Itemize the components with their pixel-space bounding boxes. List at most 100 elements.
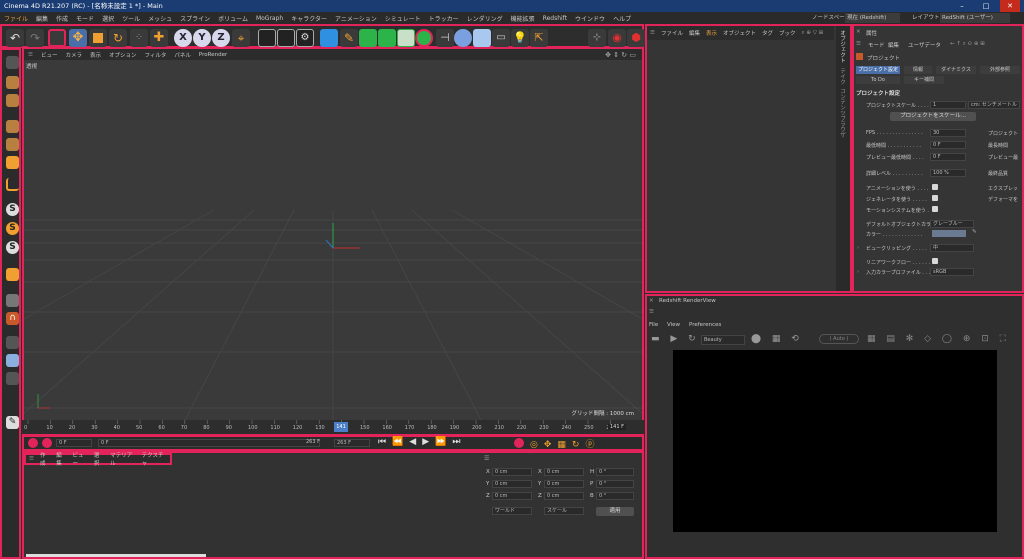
subdivision-icon[interactable] [359, 29, 377, 47]
camera-icon[interactable]: ▭ [492, 29, 510, 47]
coord-system-icon[interactable]: ⌖ [232, 29, 250, 47]
menu-simulate[interactable]: シミュレート [381, 14, 425, 23]
menu-mograph[interactable]: MoGraph [252, 15, 287, 22]
magnet-icon[interactable]: ∩ [6, 312, 19, 325]
min-time-field[interactable]: 0 F [930, 141, 966, 149]
rv-auto-select[interactable]: ( Auto ) [819, 334, 859, 344]
last-tool-icon[interactable]: ⁘ [130, 29, 148, 47]
edges-mode-icon[interactable] [6, 138, 19, 151]
viewport-lock-icon[interactable] [6, 372, 19, 385]
mat-menu-create[interactable]: 作成 [37, 451, 53, 467]
menu-character[interactable]: キャラクター [287, 14, 331, 23]
record-icon[interactable] [514, 438, 524, 448]
pos-x-field[interactable]: 0 cm [492, 468, 532, 476]
rv-aov-select[interactable]: Beauty [701, 335, 745, 345]
key-tools-icons[interactable]: ◎✥▦↻ⓟ [530, 437, 600, 450]
obj-menu-tag[interactable]: タグ [759, 29, 776, 37]
mat-menu-select[interactable]: 選択 [91, 451, 107, 467]
axis-x-lock[interactable]: X [174, 29, 192, 47]
attr-menu-edit[interactable]: 編集 [888, 41, 899, 49]
rot-b-field[interactable]: 0 ° [596, 492, 634, 500]
linear-workflow-checkbox[interactable] [932, 258, 938, 264]
grid-icon[interactable] [6, 294, 19, 307]
snap-icon[interactable]: ⊹ [588, 29, 606, 47]
menu-spline[interactable]: スプライン [176, 14, 214, 23]
rv-menu-icon[interactable]: ☰ [649, 309, 654, 315]
scale-x-field[interactable]: 0 cm [544, 468, 584, 476]
live-select-icon[interactable] [48, 29, 66, 47]
use-animation-checkbox[interactable] [932, 184, 938, 190]
use-motion-checkbox[interactable] [932, 206, 938, 212]
rv-menu-preferences[interactable]: Preferences [689, 322, 721, 328]
menu-mesh[interactable]: メッシュ [144, 14, 176, 23]
current-frame-field[interactable]: 0 F [98, 439, 320, 447]
rv-close-icon[interactable]: ✕ [649, 298, 654, 304]
color-swatch[interactable] [932, 230, 966, 237]
mat-menu-texture[interactable]: テクスチャ [139, 451, 170, 467]
rv-render-controls[interactable]: ▬ ▶ ↻ [651, 334, 700, 344]
color-profile-select[interactable]: sRGB [930, 268, 974, 276]
pos-z-field[interactable]: 0 cm [492, 492, 532, 500]
menu-render[interactable]: レンダリング [463, 14, 507, 23]
maximize-button[interactable]: □ [976, 0, 996, 12]
attr-menu-icon[interactable]: ☰ [856, 41, 861, 47]
default-color-select[interactable]: グレーブルー [930, 220, 974, 228]
material-scrollbar[interactable] [26, 554, 206, 557]
menu-select[interactable]: 選択 [98, 14, 118, 23]
attr-close-icon[interactable]: ✕ [856, 29, 861, 35]
object-menu-icon[interactable]: ☰ [647, 30, 658, 36]
extrude-icon[interactable] [378, 29, 396, 47]
menu-help[interactable]: ヘルプ [609, 14, 635, 23]
eyedropper-icon[interactable]: ✎ [972, 229, 977, 235]
obj-menu-file[interactable]: ファイル [658, 29, 686, 37]
nodespace-select[interactable]: 現在 (Redshift) [845, 13, 900, 23]
minimize-button[interactable]: – [952, 0, 972, 12]
array-icon[interactable] [397, 29, 415, 47]
obj-menu-edit[interactable]: 編集 [686, 29, 703, 37]
menu-window[interactable]: ウインドウ [571, 14, 609, 23]
move-icon[interactable]: ✥ [69, 29, 87, 47]
clip-expand-icon[interactable]: › [857, 245, 859, 251]
attr-menu-userdata[interactable]: ユーザデータ [908, 41, 941, 49]
material-menu-icon[interactable]: ☰ [26, 456, 37, 462]
menu-extensions[interactable]: 機能拡張 [507, 14, 539, 23]
rv-menu-view[interactable]: View [667, 322, 680, 328]
light-icon[interactable]: 💡 [511, 29, 529, 47]
render-picture-viewer-icon[interactable] [277, 29, 295, 47]
object-search-icon[interactable]: ⌕ ⊕ ▽ ⊞ [799, 30, 827, 37]
menu-tools[interactable]: ツール [118, 14, 144, 23]
rv-render-canvas[interactable] [673, 350, 997, 532]
cloner-icon[interactable] [415, 29, 433, 47]
fps-field[interactable]: 30 [930, 129, 966, 137]
start-frame-field[interactable]: 0 F [56, 439, 92, 447]
undo-icon[interactable]: ↶ [6, 29, 24, 47]
redshift-render-icon[interactable]: ⬢ [627, 29, 645, 47]
attr-nav-icons[interactable]: ← ↑ ⌕ ⊙ ⊕ ⊞ [950, 41, 985, 48]
soft-selection-icon[interactable]: S [6, 203, 19, 216]
mat-menu-view[interactable]: ビュー [69, 451, 90, 467]
pen-spline-icon[interactable]: ✎ [340, 29, 358, 47]
obj-menu-bookmark[interactable]: ブック [776, 29, 799, 37]
floor-icon[interactable] [454, 29, 472, 47]
layer-icon[interactable] [6, 354, 19, 367]
tab-info[interactable]: 情報 [904, 66, 932, 74]
auto-key-icon[interactable] [42, 438, 52, 448]
menu-animation[interactable]: アニメーション [331, 14, 381, 23]
scale-z-field[interactable]: 0 cm [544, 492, 584, 500]
menu-redshift[interactable]: Redshift [539, 15, 571, 22]
coord-space-select[interactable]: ワールド [492, 507, 532, 515]
mat-menu-edit[interactable]: 編集 [53, 451, 69, 467]
workplane-icon[interactable] [6, 268, 19, 281]
bend-deformer-icon[interactable]: ⊣ [436, 29, 454, 47]
rv-display-icons[interactable]: ⬤ ▦ ⟲ [751, 334, 803, 344]
scale-project-button[interactable]: プロジェクトをスケール... [890, 112, 976, 121]
layout-select[interactable]: RedShift (ユーザー) [940, 13, 1010, 23]
profile-expand-icon[interactable]: › [857, 269, 859, 275]
obj-menu-view[interactable]: 表示 [703, 29, 720, 37]
vp-menu-view[interactable]: ビュー [37, 51, 62, 59]
add-tool-icon[interactable]: ✚ [150, 29, 168, 47]
export-icon[interactable]: ⇱ [530, 29, 548, 47]
edit-icon[interactable]: ✎ [6, 416, 19, 429]
menu-mode[interactable]: モード [72, 14, 98, 23]
playback-controls[interactable]: ⏮⏪◀▶⏩⏭ [378, 437, 466, 447]
